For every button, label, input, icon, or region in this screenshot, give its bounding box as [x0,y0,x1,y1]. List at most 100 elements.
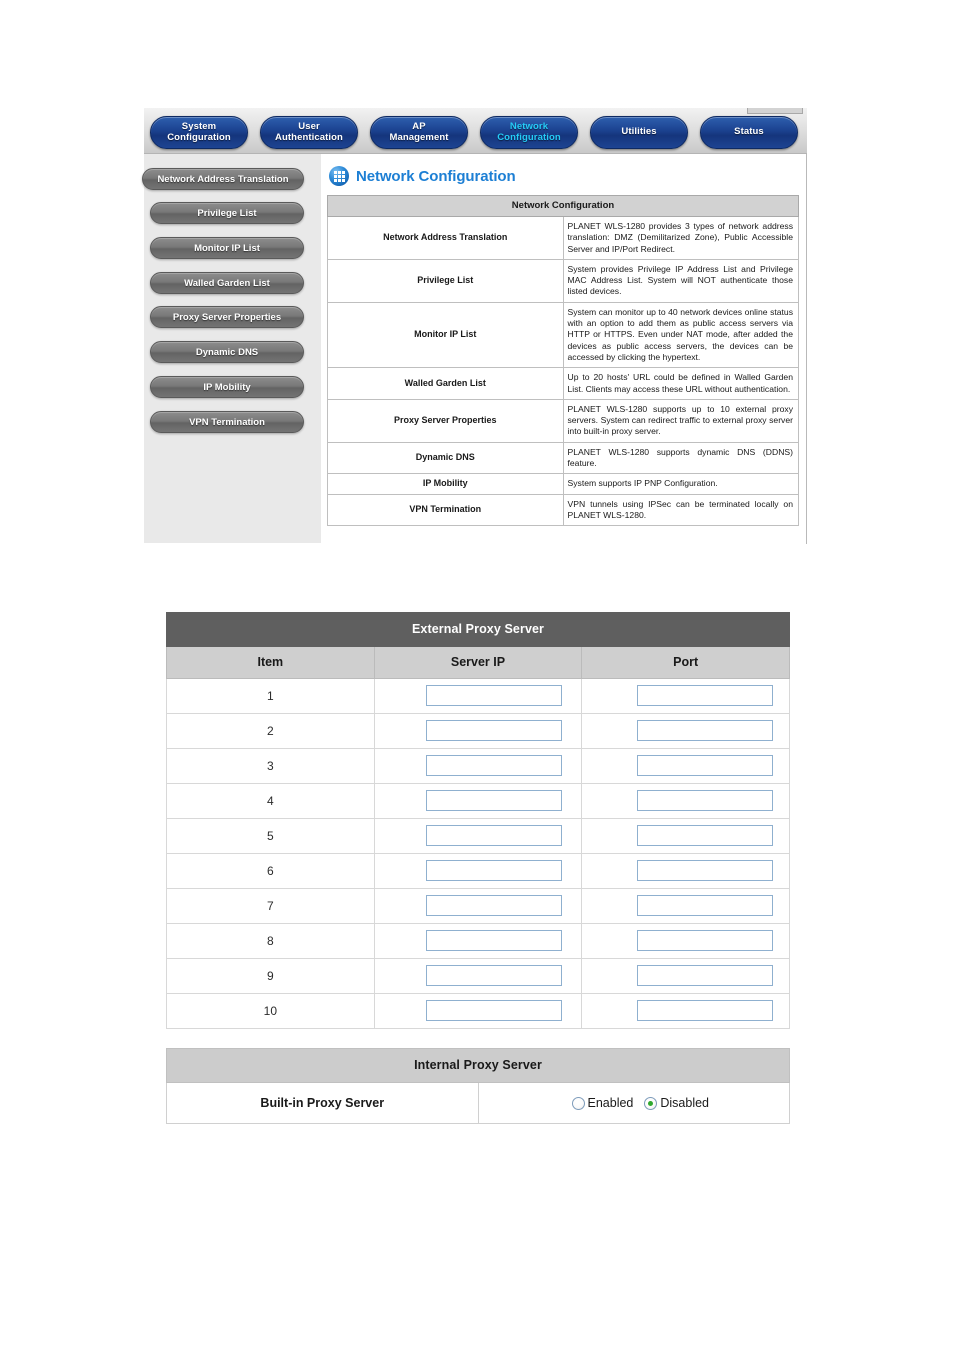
desc-row-label: Walled Garden List [327,367,564,400]
sidebar-item-label: Monitor IP List [194,242,260,254]
nav-tab-status[interactable]: Status [700,116,798,149]
table-row: Dynamic DNS PLANET WLS-1280 supports dyna… [327,441,799,475]
desc-row-text: VPN tunnels using IPSec can be terminate… [562,493,799,527]
port-cell [581,783,790,819]
nav-tab-ap-management[interactable]: AP Management [370,116,468,149]
nav-tab-label: AP Management [389,121,449,143]
port-cell [581,993,790,1029]
port-input[interactable] [637,1000,774,1021]
nav-tab-label: User Authentication [275,121,343,143]
sidebar-item-privilege-list[interactable]: Privilege List [150,202,304,224]
sidebar: Network Address Translation Privilege Lis… [142,154,322,543]
nav-tab-label: System Configuration [167,121,231,143]
port-input[interactable] [637,895,774,916]
desc-row-text: System supports IP PNP Configuration. [562,473,799,495]
internal-proxy-server-table: Internal Proxy Server Built-in Proxy Ser… [166,1048,790,1124]
sidebar-item-monitor-ip-list[interactable]: Monitor IP List [150,237,304,259]
sidebar-item-ip-mobility[interactable]: IP Mobility [150,376,304,398]
sidebar-item-label: Network Address Translation [157,173,289,185]
port-input[interactable] [637,685,774,706]
table-row: 10 [166,993,790,1029]
server-ip-input[interactable] [425,685,562,706]
port-input[interactable] [637,720,774,741]
port-input[interactable] [637,930,774,951]
table-row: Built-in Proxy Server Enabled Disabled [166,1082,790,1124]
desc-row-text: PLANET WLS-1280 supports up to 10 extern… [562,398,799,443]
radio-group: Enabled Disabled [479,1096,790,1110]
radio-option-label: Enabled [587,1096,634,1110]
sidebar-item-dynamic-dns[interactable]: Dynamic DNS [150,341,304,363]
desc-row-text: System provides Privilege IP Address Lis… [562,258,799,303]
row-item-number: 9 [166,958,375,994]
proxy-server-section: External Proxy Server Item Server IP Por… [166,612,790,1124]
table-row: 3 [166,748,790,784]
sidebar-item-label: Privilege List [197,207,257,219]
radio-button-icon[interactable] [571,1096,585,1110]
panel-body: Network Address Translation Privilege Lis… [142,154,807,544]
port-input[interactable] [637,790,774,811]
network-configuration-description-table: Network Configuration Network Address Tr… [327,195,799,527]
external-proxy-title: External Proxy Server [166,612,790,647]
server-ip-cell [373,958,583,994]
sidebar-item-network-address-translation[interactable]: Network Address Translation [142,168,304,190]
table-row: IP Mobility System supports IP PNP Config… [327,473,799,495]
port-input[interactable] [637,860,774,881]
radio-button-icon[interactable] [644,1096,658,1110]
external-proxy-column-headers: Item Server IP Port [166,646,790,679]
port-cell [581,923,790,959]
radio-option-disabled[interactable]: Disabled [644,1096,709,1110]
desc-row-label: VPN Termination [327,493,564,527]
sidebar-item-walled-garden-list[interactable]: Walled Garden List [150,272,304,294]
server-ip-input[interactable] [425,965,562,986]
server-ip-input[interactable] [425,790,562,811]
internal-proxy-title: Internal Proxy Server [166,1048,790,1083]
table-row: 2 [166,713,790,749]
radio-option-enabled[interactable]: Enabled [571,1096,634,1110]
server-ip-input[interactable] [425,860,562,881]
port-cell [581,888,790,924]
external-proxy-server-table: External Proxy Server Item Server IP Por… [166,612,790,1029]
table-row: 8 [166,923,790,959]
server-ip-input[interactable] [425,930,562,951]
table-row: Proxy Server Properties PLANET WLS-1280 s… [327,398,799,443]
table-row: 6 [166,853,790,889]
row-item-number: 10 [166,993,375,1029]
port-input[interactable] [637,825,774,846]
nav-tab-network-configuration[interactable]: Network Configuration [480,116,578,149]
port-input[interactable] [637,965,774,986]
nav-tab-label: Utilities [621,126,657,138]
desc-row-label: IP Mobility [327,473,564,495]
grid-globe-icon [329,166,349,186]
server-ip-input[interactable] [425,825,562,846]
row-item-number: 6 [166,853,375,889]
sidebar-item-proxy-server-properties[interactable]: Proxy Server Properties [150,306,304,328]
desc-row-text: System can monitor up to 40 network devi… [562,301,799,369]
server-ip-input[interactable] [425,1000,562,1021]
desc-row-text: Up to 20 hosts' URL could be defined in … [562,367,799,400]
table-header-row: Network Configuration [327,195,799,217]
server-ip-input[interactable] [425,895,562,916]
nav-tab-user-authentication[interactable]: User Authentication [260,116,358,149]
row-item-number: 1 [166,678,375,714]
sidebar-item-label: Proxy Server Properties [172,311,282,323]
nav-tab-system-configuration[interactable]: System Configuration [150,116,248,149]
page-title: Network Configuration [329,166,516,186]
server-ip-cell [373,993,583,1029]
table-row: 1 [166,678,790,714]
server-ip-cell [373,678,583,714]
sidebar-item-vpn-termination[interactable]: VPN Termination [150,411,304,433]
server-ip-input[interactable] [425,720,562,741]
port-input[interactable] [637,755,774,776]
row-item-number: 8 [166,923,375,959]
desc-row-label: Proxy Server Properties [327,398,564,443]
port-cell [581,713,790,749]
row-item-number: 5 [166,818,375,854]
server-ip-cell [373,923,583,959]
server-ip-cell [373,713,583,749]
row-item-number: 4 [166,783,375,819]
server-ip-input[interactable] [425,755,562,776]
table-row: Privilege List System provides Privilege … [327,258,799,303]
nav-tab-utilities[interactable]: Utilities [590,116,688,149]
desc-row-label: Privilege List [327,258,564,303]
row-item-number: 3 [166,748,375,784]
